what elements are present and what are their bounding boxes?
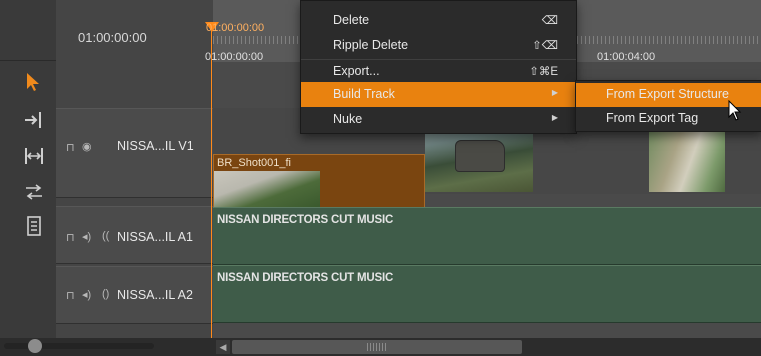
grip-icon [367,343,387,351]
shortcut-label: ⇧⌘E [529,66,558,78]
playhead-line[interactable] [211,22,212,338]
track-label-v1: NISSA...IL V1 [117,139,194,153]
speaker-waves-icon: (( [102,230,110,242]
submenu-arrow-icon: ▶ [551,113,558,122]
audio-lane-a2[interactable]: NISSAN DIRECTORS CUT MUSIC [213,265,761,323]
mouse-pointer-icon [728,100,742,121]
track-header-v1[interactable]: ⊓ ◉ NISSA...IL V1 [56,108,213,198]
audio-lane-a1[interactable]: NISSAN DIRECTORS CUT MUSIC [213,207,761,265]
slide-tool-icon[interactable] [22,214,46,238]
zoom-slider-knob[interactable] [28,339,42,353]
speaker-icon[interactable]: ◂) [82,288,91,301]
menu-item-nuke[interactable]: Nuke ▶ [301,107,576,132]
tool-palette [0,0,56,356]
track-label-a2: NISSA...IL A2 [117,288,193,302]
selection-tool-icon[interactable] [22,70,46,94]
submenu-item-label: From Export Tag [606,111,699,125]
car-thumbnail-shape [455,140,505,172]
menu-item-build-track[interactable]: Build Track ▶ [301,82,576,107]
submenu-arrow-icon: ▶ [551,88,558,97]
speaker-icon[interactable]: ◂) [82,230,91,243]
clip-car-shot[interactable] [425,124,533,192]
slip-tool-icon[interactable] [22,180,46,204]
menu-item-label: Delete [333,13,370,27]
timeline-scrollbar[interactable]: ◀ [0,338,761,356]
menu-item-export[interactable]: Export... ⇧⌘E [301,59,576,84]
clip-coast-shot[interactable] [649,124,725,192]
speaker-waves-icon: () [102,288,110,300]
lock-icon[interactable]: ⊓ [66,289,75,302]
zoom-slider[interactable] [4,339,154,353]
clip-name: BR_Shot001_fi [217,157,291,169]
menu-item-label: Build Track [333,87,395,101]
shortcut-label: ⌫ [541,15,558,27]
track-header-a2[interactable]: ⊓ ◂) () NISSA...IL A2 [56,266,213,324]
submenu-item-label: From Export Structure [606,87,729,101]
scroll-left-arrow-icon[interactable]: ◀ [216,340,230,354]
context-menu: Delete ⌫ Ripple Delete ⇧⌫ Export... ⇧⌘E … [300,0,577,134]
eye-icon[interactable]: ◉ [82,140,92,153]
track-header-a1[interactable]: ⊓ ◂) (( NISSA...IL A1 [56,206,213,264]
sequence-timecode[interactable]: 01:00:00:00 [78,30,147,45]
lock-icon[interactable]: ⊓ [66,231,75,244]
shortcut-label: ⇧⌫ [532,40,558,52]
menu-item-label: Export... [333,64,380,78]
lock-icon[interactable]: ⊓ [66,141,75,154]
audio-clip-name-a2: NISSAN DIRECTORS CUT MUSIC [217,272,394,284]
ripple-edit-tool-icon[interactable] [22,144,46,168]
track-header-panel: 01:00:00:00 ⊓ ◉ NISSA...IL V1 ⊓ ◂) (( NI… [56,0,213,356]
menu-item-label: Nuke [333,112,363,126]
track-select-tool-icon[interactable] [22,108,46,132]
playhead-timecode: 01:00:00:00 [206,22,265,34]
menu-item-label: Ripple Delete [333,38,409,52]
menu-item-ripple-delete[interactable]: Ripple Delete ⇧⌫ [301,33,576,58]
audio-clip-name-a1: NISSAN DIRECTORS CUT MUSIC [217,214,394,226]
tool-divider [0,60,56,61]
menu-item-delete[interactable]: Delete ⌫ [301,8,576,33]
track-label-a1: NISSA...IL A1 [117,230,193,244]
scroll-thumb[interactable] [232,340,522,354]
